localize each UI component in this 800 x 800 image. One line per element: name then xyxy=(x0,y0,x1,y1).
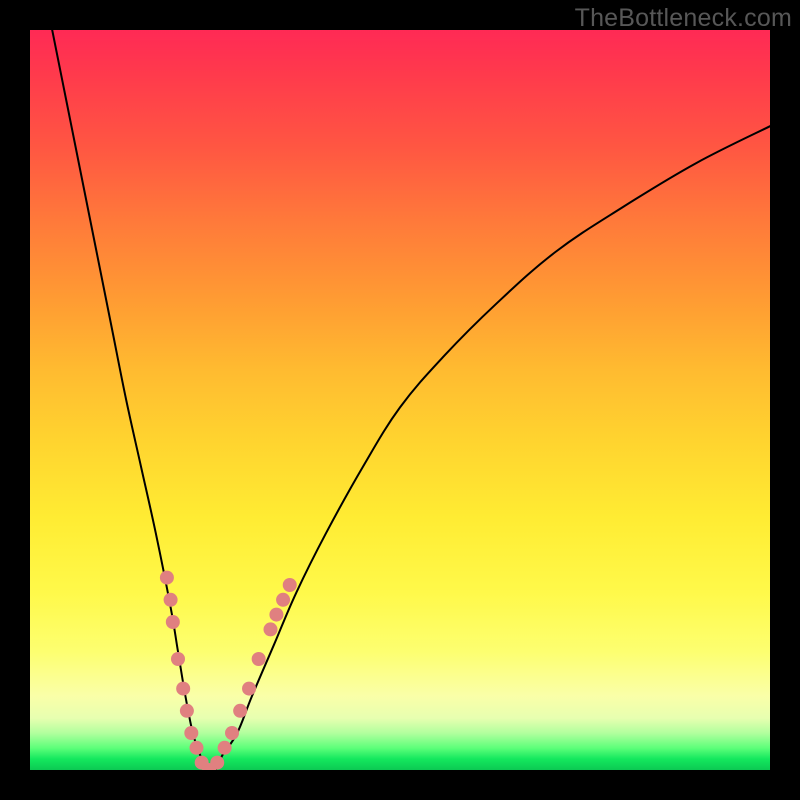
highlight-dot xyxy=(190,741,204,755)
highlight-dot xyxy=(164,593,178,607)
watermark-text: TheBottleneck.com xyxy=(575,4,792,33)
highlight-dot xyxy=(269,608,283,622)
highlight-dot xyxy=(252,652,266,666)
bottleneck-curve xyxy=(52,30,770,770)
highlight-dot xyxy=(218,741,232,755)
highlight-dot xyxy=(180,704,194,718)
highlight-dot xyxy=(176,682,190,696)
highlight-dot xyxy=(264,622,278,636)
highlight-dot xyxy=(276,593,290,607)
highlight-dot xyxy=(171,652,185,666)
highlight-dot xyxy=(283,578,297,592)
highlight-dot xyxy=(242,682,256,696)
highlight-dot xyxy=(225,726,239,740)
highlight-dot xyxy=(160,571,174,585)
chart-frame: TheBottleneck.com xyxy=(0,0,800,800)
highlight-dot xyxy=(233,704,247,718)
curve-layer xyxy=(30,30,770,770)
highlight-dot xyxy=(184,726,198,740)
highlight-dot xyxy=(210,756,224,770)
highlight-dot xyxy=(166,615,180,629)
plot-area xyxy=(30,30,770,770)
